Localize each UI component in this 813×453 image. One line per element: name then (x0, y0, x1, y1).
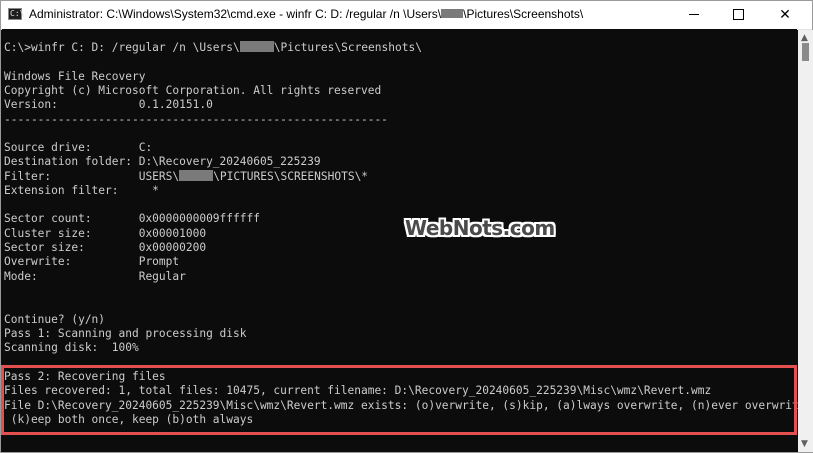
scroll-down-icon[interactable]: ▼ (801, 439, 808, 449)
filter-line: Filter: USERS\ \PICTURES\SCREENSHOTS\* (4, 170, 369, 183)
vertical-scrollbar[interactable]: ▲ ▼ (798, 30, 813, 452)
pass1-line: Pass 1: Scanning and processing disk (4, 327, 247, 340)
redacted-username (239, 41, 274, 52)
close-button[interactable]: ✕ (760, 1, 810, 28)
redacted-username (441, 9, 464, 18)
cmd-icon[interactable]: C:\ (8, 8, 24, 20)
copyright-line: Copyright (c) Microsoft Corporation. All… (4, 84, 382, 97)
sector-size-line: Sector size: 0x00000200 (4, 241, 207, 254)
continue-prompt: Continue? (y/n) (4, 313, 106, 326)
mode-line: Mode: Regular (4, 270, 186, 283)
product-line: Windows File Recovery (4, 70, 146, 83)
highlight-box (1, 365, 797, 435)
command-line: C:\>winfr C: D: /regular /n \Users\ \Pict… (4, 41, 422, 54)
sector-count-line: Sector count: 0x0000000009ffffff (4, 212, 260, 225)
source-drive-line: Source drive: C: (4, 141, 153, 154)
scanning-line: Scanning disk: 100% (4, 341, 139, 354)
overwrite-line: Overwrite: Prompt (4, 255, 180, 268)
redacted-username (179, 170, 214, 181)
minimize-icon (689, 14, 699, 15)
scroll-thumb[interactable] (802, 43, 809, 61)
extension-filter-line: Extension filter: * (4, 184, 159, 197)
minimize-button[interactable] (672, 1, 716, 28)
maximize-button[interactable] (716, 1, 760, 28)
close-icon: ✕ (779, 6, 791, 23)
destination-line: Destination folder: D:\Recovery_20240605… (4, 155, 321, 168)
watermark-logo: WebNots.com (405, 216, 555, 240)
cmd-window: C:\ Administrator: C:\Windows\System32\c… (0, 0, 813, 453)
title-bar[interactable]: C:\ Administrator: C:\Windows\System32\c… (1, 1, 812, 30)
cluster-size-line: Cluster size: 0x00001000 (4, 227, 207, 240)
version-line: Version: 0.1.20151.0 (4, 98, 213, 111)
maximize-icon (732, 9, 744, 20)
window-title: Administrator: C:\Windows\System32\cmd.e… (29, 7, 584, 21)
scroll-up-icon[interactable]: ▲ (801, 33, 808, 43)
separator-line: ----------------------------------------… (4, 113, 388, 126)
